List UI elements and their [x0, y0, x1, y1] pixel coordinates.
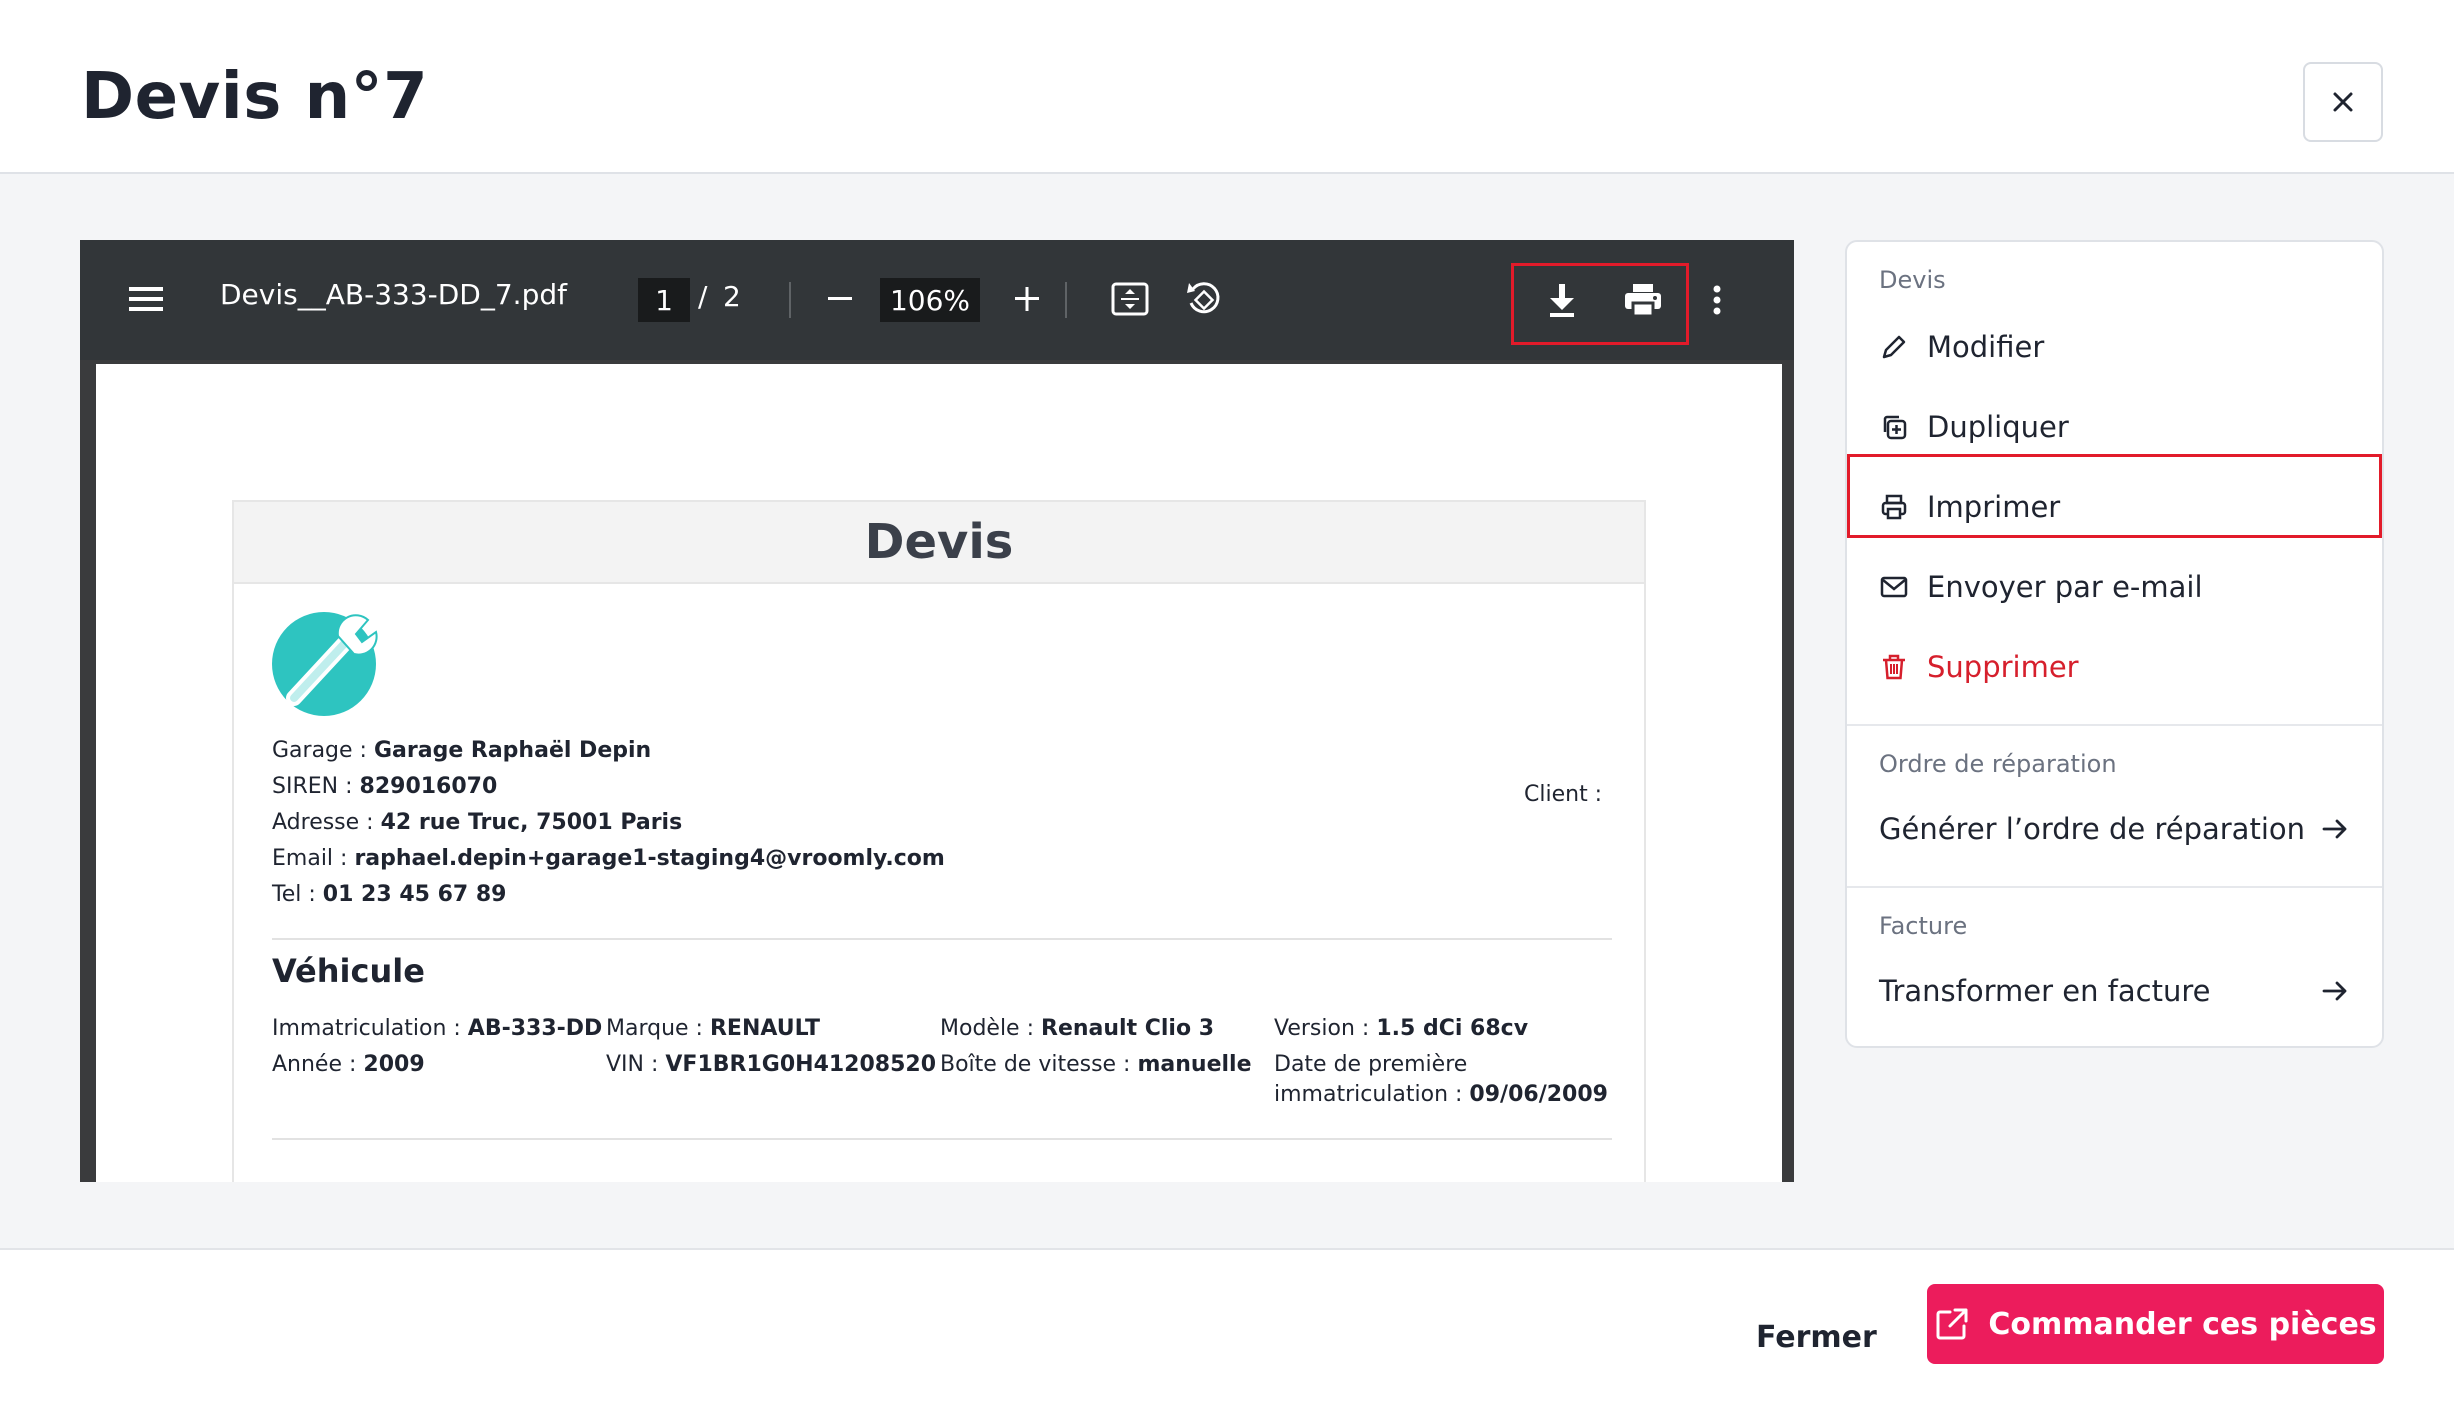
panel-divider	[1847, 724, 2382, 726]
fit-page-icon	[1111, 282, 1149, 316]
print-button[interactable]	[1620, 276, 1666, 324]
page-total: 2	[723, 280, 741, 313]
arrow-right-icon	[2322, 819, 2347, 839]
zoom-input[interactable]: 106%	[880, 278, 980, 322]
section-divider	[272, 1138, 1612, 1140]
zoom-out-button[interactable]	[820, 276, 860, 322]
arrow-right-icon	[2322, 981, 2347, 1001]
close-icon	[2333, 92, 2353, 112]
annee-field: Année : 2009	[272, 1052, 425, 1077]
rotate-button[interactable]	[1180, 274, 1226, 324]
vin-field: VIN : VF1BR1G0H41208520	[606, 1052, 937, 1077]
mail-icon	[1880, 576, 1908, 598]
toolbar-divider	[1065, 282, 1067, 318]
generer-ordre-action[interactable]: Générer l’ordre de réparation	[1879, 804, 2349, 854]
download-button[interactable]	[1540, 276, 1584, 324]
envoyer-email-action[interactable]: Envoyer par e-mail	[1879, 562, 2203, 612]
supprimer-action[interactable]: Supprimer	[1879, 642, 2079, 692]
client-label: Client :	[1524, 782, 1603, 807]
section-divider	[272, 938, 1612, 940]
more-icon	[1713, 285, 1721, 315]
pdf-viewer: Devis__AB-333-DD_7.pdf 1 / 2 106% Devis …	[80, 240, 1794, 1182]
transformer-facture-action[interactable]: Transformer en facture	[1879, 966, 2349, 1016]
document-body: Garage : Garage Raphaël Depin SIREN : 82…	[232, 582, 1646, 1182]
panel-divider	[1847, 886, 2382, 888]
immatriculation-field: Immatriculation : AB-333-DD	[272, 1016, 603, 1041]
dupliquer-action[interactable]: Dupliquer	[1879, 402, 2069, 452]
garage-line: Garage : Garage Raphaël Depin	[272, 738, 652, 763]
rotate-icon	[1187, 282, 1220, 314]
siren-value: 829016070	[359, 774, 498, 799]
pdf-toolbar: Devis__AB-333-DD_7.pdf 1 / 2 106%	[80, 240, 1794, 360]
fit-page-button[interactable]	[1108, 276, 1152, 322]
duplicate-icon	[1883, 415, 1907, 440]
page-number-input[interactable]: 1	[638, 278, 690, 322]
modal-footer: Fermer Commander ces pièces	[0, 1248, 2454, 1416]
marque-field: Marque : RENAULT	[606, 1016, 820, 1041]
page-separator: /	[698, 280, 708, 313]
commander-pieces-button[interactable]: Commander ces pièces	[1927, 1284, 2384, 1364]
zoom-in-icon	[1015, 287, 1039, 311]
page-title: Devis n°7	[81, 60, 429, 134]
zoom-in-button[interactable]	[1007, 276, 1047, 322]
modifier-action[interactable]: Modifier	[1879, 322, 2044, 372]
imprimer-action[interactable]: Imprimer	[1879, 482, 2060, 532]
wrench-logo-icon	[272, 612, 378, 716]
close-button[interactable]	[2303, 62, 2383, 142]
ordre-section-title: Ordre de réparation	[1879, 750, 2117, 778]
address-value: 42 rue Truc, 75001 Paris	[380, 810, 683, 835]
zoom-out-icon	[828, 297, 852, 300]
pdf-filename: Devis__AB-333-DD_7.pdf	[220, 278, 567, 311]
vehicle-section-title: Véhicule	[272, 952, 425, 990]
fermer-button[interactable]: Fermer	[1756, 1320, 1877, 1355]
modele-field: Modèle : Renault Clio 3	[940, 1016, 1215, 1041]
garage-name: Garage Raphaël Depin	[373, 738, 652, 763]
print-icon	[1625, 284, 1661, 317]
external-link-icon	[1936, 1308, 1968, 1340]
boite-field: Boîte de vitesse : manuelle	[940, 1052, 1252, 1077]
pdf-page: Devis Garage : Garage Raphaël Depin SIRE…	[96, 364, 1782, 1182]
toolbar-divider	[789, 282, 791, 318]
address-line: Adresse : 42 rue Truc, 75001 Paris	[272, 810, 683, 835]
menu-button[interactable]	[126, 276, 166, 322]
siren-line: SIREN : 829016070	[272, 774, 498, 799]
menu-icon	[129, 287, 163, 311]
modal-header: Devis n°7	[0, 0, 2454, 174]
date-immat-field: Date de première immatriculation : 09/06…	[1274, 1052, 1608, 1107]
devis-section-title: Devis	[1879, 266, 1946, 294]
version-field: Version : 1.5 dCi 68cv	[1274, 1016, 1529, 1041]
tel-value: 01 23 45 67 89	[322, 882, 507, 907]
email-line: Email : raphael.depin+garage1-staging4@v…	[272, 846, 945, 871]
tel-line: Tel : 01 23 45 67 89	[272, 882, 507, 907]
page: Devis n°7 Devis__AB-333-DD_7.pdf 1 / 2 1…	[0, 0, 2454, 1416]
pencil-icon	[1882, 335, 1906, 359]
trash-icon	[1883, 654, 1905, 680]
email-value: raphael.depin+garage1-staging4@vroomly.c…	[354, 846, 945, 871]
printer-icon	[1881, 494, 1907, 520]
document-heading: Devis	[232, 500, 1646, 584]
facture-section-title: Facture	[1879, 912, 1968, 940]
download-icon	[1550, 284, 1574, 317]
actions-panel: Devis Modifier Dupliquer Imprimer Envoye…	[1845, 240, 2384, 1048]
more-options-button[interactable]	[1702, 276, 1732, 324]
